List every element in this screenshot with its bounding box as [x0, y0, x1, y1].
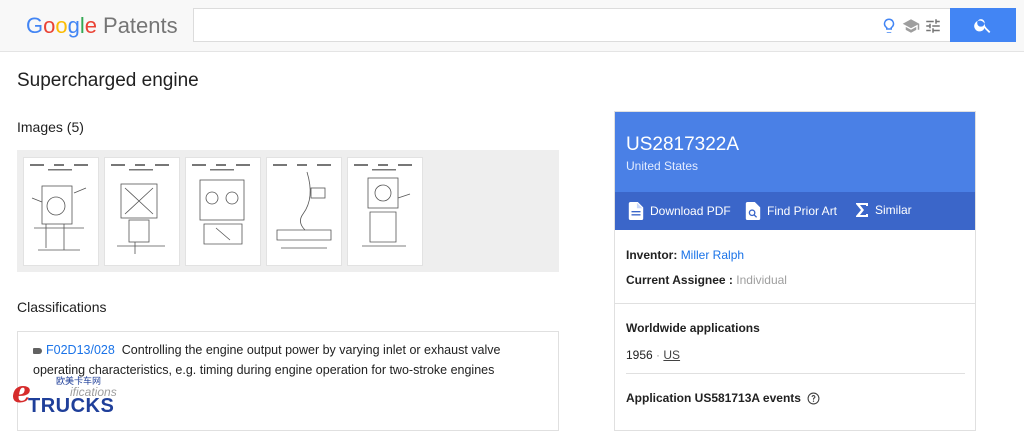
- google-patents-logo[interactable]: Google Patents: [26, 12, 178, 40]
- separator-dot: ·: [656, 348, 661, 362]
- assignee-row: Current Assignee : Individual: [626, 273, 787, 287]
- find-prior-art-label: Find Prior Art: [767, 204, 838, 218]
- logo-letter: g: [67, 13, 80, 38]
- tune-icon[interactable]: [924, 17, 942, 35]
- top-bar: Google Patents: [0, 0, 1024, 52]
- patent-country: United States: [626, 159, 699, 173]
- pdf-document-icon: [628, 202, 644, 220]
- download-pdf-label: Download PDF: [650, 204, 731, 218]
- divider: [626, 373, 965, 374]
- etrucks-watermark-logo: e TRUCKS 欧美卡车网: [12, 372, 132, 418]
- similar-label: Similar: [875, 203, 912, 217]
- patent-drawing-thumbnail[interactable]: [266, 157, 342, 266]
- worldwide-applications-heading: Worldwide applications: [626, 321, 760, 335]
- application-country-link[interactable]: US: [663, 348, 680, 362]
- assignee-value: Individual: [736, 273, 787, 287]
- scholar-icon[interactable]: [902, 17, 920, 35]
- search-box: [193, 8, 950, 42]
- classification-code-link[interactable]: F02D13/028: [46, 343, 115, 357]
- worldwide-applications-row: 1956 · US: [626, 348, 680, 362]
- find-prior-art-button[interactable]: Find Prior Art: [745, 202, 837, 220]
- patent-number: US2817322A: [626, 134, 740, 155]
- patent-drawing-thumbnail[interactable]: [104, 157, 180, 266]
- help-icon[interactable]: [807, 392, 820, 405]
- image-gallery: [17, 150, 559, 272]
- search-input[interactable]: [204, 15, 844, 37]
- inventor-label: Inventor:: [626, 248, 678, 262]
- logo-letter: G: [26, 13, 44, 38]
- images-heading: Images (5): [17, 119, 84, 135]
- application-events-row: Application US581713A events: [626, 391, 820, 405]
- application-events-heading: Application US581713A events: [626, 391, 801, 405]
- search-icon: [974, 19, 991, 33]
- sigma-icon: [856, 203, 868, 217]
- logo-letter: o: [55, 13, 68, 38]
- logo-product-name: Patents: [103, 13, 178, 38]
- lightbulb-icon[interactable]: [880, 17, 898, 35]
- page-title: Supercharged engine: [17, 70, 199, 91]
- svg-text:TRUCKS: TRUCKS: [28, 395, 114, 417]
- patent-summary-card: US2817322A United States Download PDF Fi…: [614, 111, 976, 431]
- document-search-icon: [745, 202, 761, 220]
- classifications-heading: Classifications: [17, 299, 107, 315]
- patent-drawing-thumbnail[interactable]: [347, 157, 423, 266]
- patent-drawing-thumbnail[interactable]: [185, 157, 261, 266]
- application-year: 1956: [626, 348, 653, 362]
- assignee-label: Current Assignee :: [626, 273, 733, 287]
- download-pdf-button[interactable]: Download PDF: [628, 202, 731, 220]
- label-icon: [33, 347, 42, 354]
- patent-drawing-thumbnail[interactable]: [23, 157, 99, 266]
- card-header: US2817322A United States: [615, 112, 975, 192]
- search-button[interactable]: [950, 8, 1016, 42]
- inventor-row: Inventor: Miller Ralph: [626, 248, 744, 262]
- logo-letter: e: [84, 13, 98, 38]
- similar-button[interactable]: Similar: [855, 202, 912, 218]
- logo-letter: o: [43, 13, 56, 38]
- svg-text:欧美卡车网: 欧美卡车网: [56, 375, 101, 387]
- inventor-link[interactable]: Miller Ralph: [681, 248, 744, 262]
- card-action-bar: Download PDF Find Prior Art Similar: [615, 192, 975, 230]
- divider: [615, 303, 975, 304]
